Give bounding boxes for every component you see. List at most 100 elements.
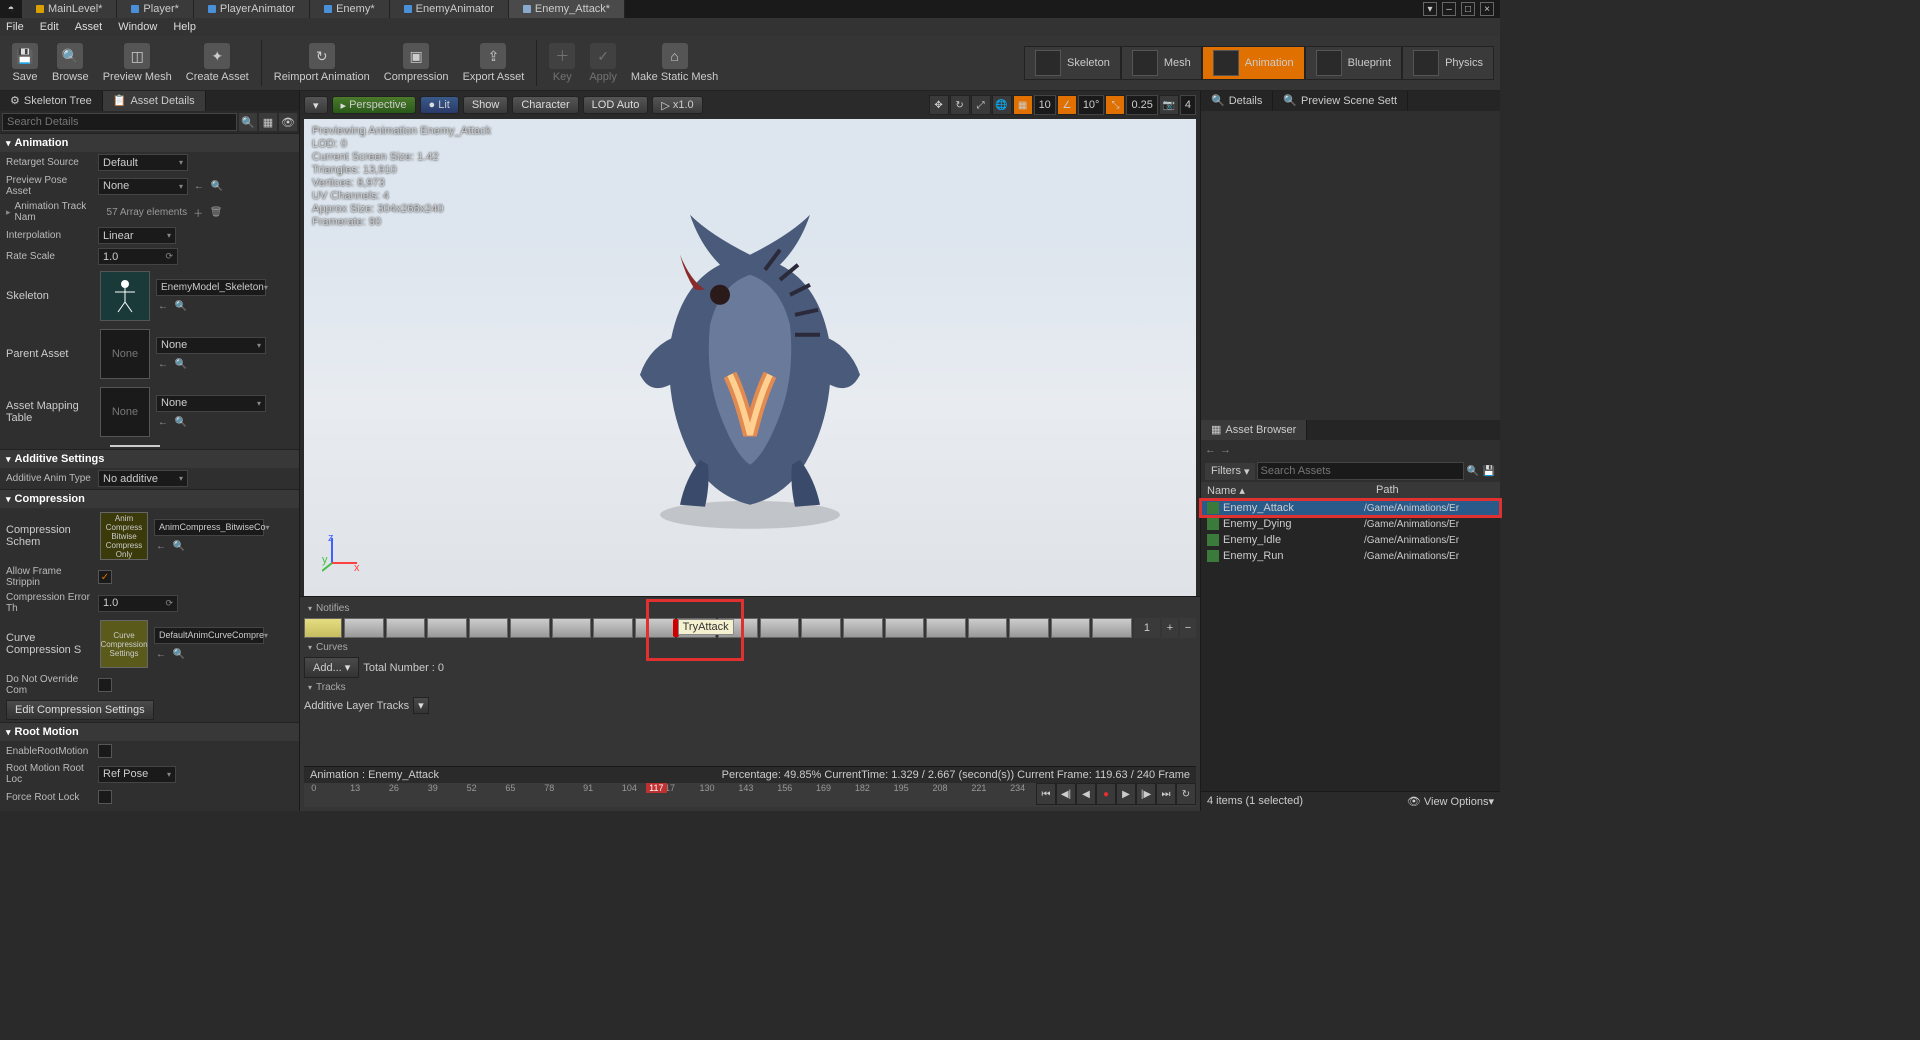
back-icon[interactable]: ← <box>156 416 170 430</box>
back-icon[interactable]: ← <box>154 540 168 554</box>
additive-type-dropdown[interactable]: No additive <box>98 470 188 487</box>
col-path[interactable]: Path <box>1370 482 1500 499</box>
compression-scheme-thumb[interactable]: Anim Compress Bitwise Compress Only <box>100 512 148 560</box>
mode-physics[interactable]: Physics <box>1402 46 1494 80</box>
back-icon[interactable]: ← <box>156 358 170 372</box>
playback-speed-button[interactable]: ▷x1.0 <box>652 96 702 114</box>
mapping-dropdown[interactable]: None <box>156 395 266 412</box>
preview-mesh-button[interactable]: ◫Preview Mesh <box>97 38 178 88</box>
to-start-button[interactable]: ⏮ <box>1036 783 1056 805</box>
tab-mainlevel[interactable]: MainLevel* <box>22 0 117 18</box>
notify-track[interactable]: TryAttack 1 + − <box>304 616 1196 640</box>
tab-playeranimator[interactable]: PlayerAnimator <box>194 0 310 18</box>
show-button[interactable]: Show <box>463 96 509 114</box>
parent-asset-dropdown[interactable]: None <box>156 337 266 354</box>
search-icon[interactable]: 🔍 <box>239 113 257 131</box>
perspective-button[interactable]: ▸Perspective <box>332 96 416 114</box>
lit-button[interactable]: ●Lit <box>420 96 459 114</box>
parent-thumb[interactable]: None <box>100 329 150 379</box>
edit-compression-button[interactable]: Edit Compression Settings <box>6 700 154 720</box>
camera-speed[interactable]: 4 <box>1180 95 1196 115</box>
frame-scrubber[interactable]: 0132639526578911041171301431561691821952… <box>304 783 1196 807</box>
asset-row[interactable]: Enemy_Dying/Game/Animations/Er <box>1201 516 1500 532</box>
save-icon[interactable]: 💾 <box>1482 464 1496 478</box>
record-button[interactable]: ● <box>1096 783 1116 805</box>
tab-asset-browser[interactable]: ▦Asset Browser <box>1201 420 1307 440</box>
reimport-button[interactable]: ↻Reimport Animation <box>268 38 376 88</box>
coord-space-icon[interactable]: 🌐 <box>992 95 1012 115</box>
additive-layer-dropdown[interactable]: ▾ <box>413 697 429 714</box>
mapping-thumb[interactable]: None <box>100 387 150 437</box>
compression-scheme-dropdown[interactable]: AnimCompress_BitwiseCo <box>154 519 264 536</box>
viewport-menu-button[interactable]: ▾ <box>304 96 328 114</box>
browse-icon[interactable]: 🔍 <box>172 648 186 662</box>
error-threshold-field[interactable]: 1.0 <box>98 595 178 612</box>
nav-forward-icon[interactable]: → <box>1220 444 1231 456</box>
back-icon[interactable]: ← <box>156 300 170 314</box>
loop-button[interactable]: ↻ <box>1176 783 1196 805</box>
rate-scale-field[interactable]: 1.0 <box>98 248 178 265</box>
browse-icon[interactable]: 🔍 <box>174 358 188 372</box>
search-icon[interactable]: 🔍 <box>1466 464 1480 478</box>
interpolation-dropdown[interactable]: Linear <box>98 227 176 244</box>
maximize-icon[interactable]: □ <box>1461 2 1475 16</box>
curve-compression-thumb[interactable]: Curve Compression Settings <box>100 620 148 668</box>
tab-preview-scene[interactable]: 🔍Preview Scene Sett <box>1273 91 1408 111</box>
play-reverse-button[interactable]: ◀ <box>1076 783 1096 805</box>
tab-skeleton-tree[interactable]: ⚙Skeleton Tree <box>0 91 103 111</box>
window-dropdown-icon[interactable]: ▾ <box>1423 2 1437 16</box>
character-button[interactable]: Character <box>512 96 578 114</box>
grid-snap-icon[interactable]: ▦ <box>1013 95 1033 115</box>
minimize-icon[interactable]: – <box>1442 2 1456 16</box>
export-asset-button[interactable]: ⇪Export Asset <box>457 38 531 88</box>
lod-button[interactable]: LOD Auto <box>583 96 649 114</box>
section-additive[interactable]: Additive Settings <box>0 449 299 468</box>
tab-enemyattack[interactable]: Enemy_Attack* <box>509 0 625 18</box>
col-name[interactable]: Name ▴ <box>1201 482 1370 499</box>
browse-button[interactable]: 🔍Browse <box>46 38 95 88</box>
skeleton-thumb[interactable] <box>100 271 150 321</box>
scale-snap-icon[interactable]: ⤡ <box>1105 95 1125 115</box>
preview-pose-dropdown[interactable]: None <box>98 178 188 195</box>
step-forward-button[interactable]: |▶ <box>1136 783 1156 805</box>
compression-button[interactable]: ▣Compression <box>378 38 455 88</box>
angle-snap-icon[interactable]: ∠ <box>1057 95 1077 115</box>
browse-icon[interactable]: 🔍 <box>172 540 186 554</box>
save-button[interactable]: 💾Save <box>6 38 44 88</box>
mode-skeleton[interactable]: Skeleton <box>1024 46 1121 80</box>
step-back-button[interactable]: ◀| <box>1056 783 1076 805</box>
key-button[interactable]: ＋Key <box>543 38 581 88</box>
search-assets-input[interactable] <box>1257 462 1464 480</box>
curves-header[interactable]: Curves <box>304 640 1196 655</box>
section-root-motion[interactable]: Root Motion <box>0 722 299 741</box>
mode-blueprint[interactable]: Blueprint <box>1305 46 1402 80</box>
mode-mesh[interactable]: Mesh <box>1121 46 1202 80</box>
play-button[interactable]: ▶ <box>1116 783 1136 805</box>
camera-speed-icon[interactable]: 📷 <box>1159 95 1179 115</box>
view-options-button[interactable]: 👁 View Options▾ <box>1407 795 1494 808</box>
browse-icon[interactable]: 🔍 <box>174 300 188 314</box>
browse-icon[interactable]: 🔍 <box>174 416 188 430</box>
add-icon[interactable]: ＋ <box>191 205 205 219</box>
notify-marker[interactable]: TryAttack <box>678 619 734 635</box>
tab-asset-details[interactable]: 📋Asset Details <box>103 91 206 111</box>
tab-enemyanimator[interactable]: EnemyAnimator <box>390 0 509 18</box>
menu-help[interactable]: Help <box>173 21 196 33</box>
retarget-source-dropdown[interactable]: Default <box>98 154 188 171</box>
add-curve-button[interactable]: Add... ▾ <box>304 657 359 678</box>
no-override-checkbox[interactable] <box>98 678 112 692</box>
add-notify-track-button[interactable]: + <box>1162 618 1178 638</box>
angle-size[interactable]: 10° <box>1078 95 1105 115</box>
tab-details-right[interactable]: 🔍Details <box>1201 91 1273 111</box>
expand-icon[interactable]: ▸ <box>6 207 11 218</box>
rootlock-dropdown[interactable]: Ref Pose <box>98 766 176 783</box>
view-options-icon[interactable]: ▦ <box>259 113 277 131</box>
section-animation[interactable]: Animation <box>0 133 299 152</box>
close-icon[interactable]: × <box>1480 2 1494 16</box>
eye-icon[interactable]: 👁 <box>279 113 297 131</box>
transform-rotate-icon[interactable]: ↻ <box>950 95 970 115</box>
asset-row[interactable]: Enemy_Attack/Game/Animations/Er <box>1201 500 1500 516</box>
skeleton-dropdown[interactable]: EnemyModel_Skeleton <box>156 279 266 296</box>
nav-back-icon[interactable]: ← <box>1205 444 1216 456</box>
create-asset-button[interactable]: ✦Create Asset <box>180 38 255 88</box>
